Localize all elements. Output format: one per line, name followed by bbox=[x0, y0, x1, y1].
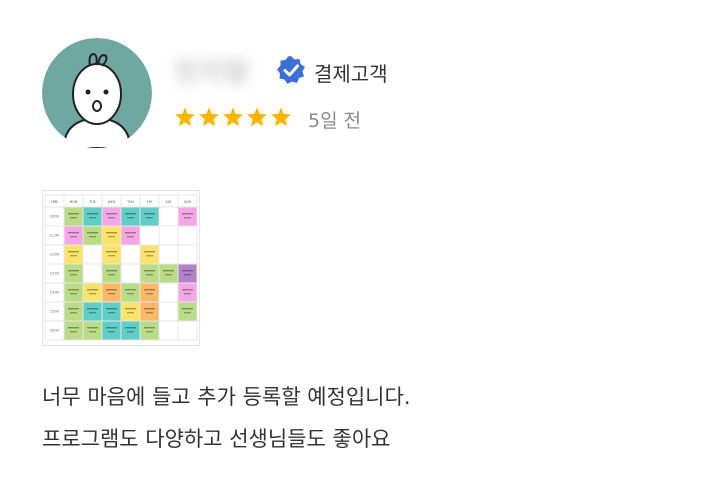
star-rating bbox=[174, 106, 292, 128]
svg-text:14:00: 14:00 bbox=[50, 291, 59, 295]
verified-badge-icon bbox=[276, 55, 306, 85]
reviewer-avatar bbox=[42, 38, 152, 148]
svg-text:15:00: 15:00 bbox=[50, 310, 59, 314]
svg-text:12:00: 12:00 bbox=[50, 253, 59, 257]
star-icon bbox=[223, 107, 243, 127]
star-icon bbox=[247, 107, 267, 127]
svg-text:10:00: 10:00 bbox=[50, 215, 59, 219]
svg-text:FRI: FRI bbox=[147, 200, 152, 204]
review-photo-thumbnail[interactable]: TIME MON TUE WED THU FRI SAT SUN 10:00 11:00 12:00… bbox=[42, 190, 200, 346]
svg-text:11:00: 11:00 bbox=[50, 234, 59, 238]
reviewer-name: 민지맘 bbox=[175, 58, 250, 88]
cartoon-face-avatar-icon bbox=[42, 38, 152, 148]
review-body: 너무 마음에 들고 추가 등록할 예정입니다. 프로그램도 다양하고 선생님들도… bbox=[42, 376, 411, 460]
timetable-image: TIME MON TUE WED THU FRI SAT SUN 10:00 11:00 12:00… bbox=[43, 191, 199, 345]
svg-text:TUE: TUE bbox=[88, 200, 95, 204]
star-icon bbox=[175, 107, 195, 127]
svg-text:THU: THU bbox=[126, 200, 134, 204]
svg-text:16:00: 16:00 bbox=[50, 329, 59, 333]
review-line: 너무 마음에 들고 추가 등록할 예정입니다. bbox=[42, 385, 411, 409]
star-icon bbox=[199, 107, 219, 127]
svg-text:WED: WED bbox=[108, 200, 116, 204]
svg-text:SUN: SUN bbox=[184, 200, 191, 204]
review-line: 프로그램도 다양하고 선생님들도 좋아요 bbox=[42, 427, 391, 451]
svg-text:13:00: 13:00 bbox=[50, 272, 59, 276]
svg-text:SAT: SAT bbox=[166, 200, 172, 204]
customer-badge-label: 결제고객 bbox=[314, 62, 388, 86]
svg-text:MON: MON bbox=[70, 200, 78, 204]
svg-text:TIME: TIME bbox=[50, 200, 59, 204]
review-date: 5일 전 bbox=[308, 110, 362, 132]
star-icon bbox=[271, 107, 291, 127]
